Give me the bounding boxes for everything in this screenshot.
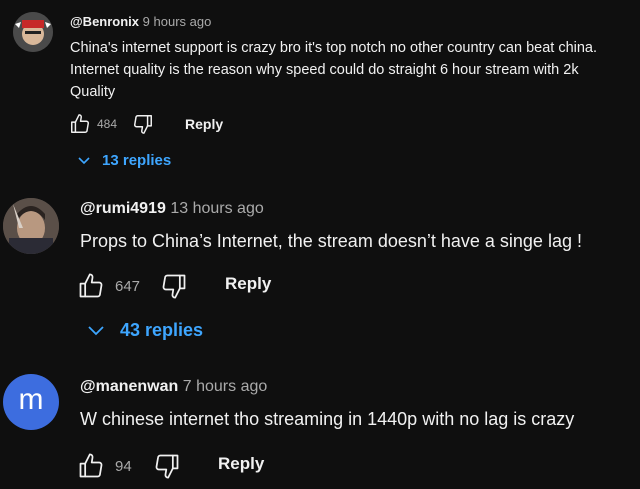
- comment-text: W chinese internet tho streaming in 1440…: [80, 409, 575, 429]
- like-count: 484: [97, 117, 118, 131]
- thumbs-down-icon: [132, 113, 154, 135]
- timestamp[interactable]: 13 hours ago: [170, 200, 263, 217]
- comment-text: China's internet support is crazy bro it…: [70, 37, 638, 103]
- comment-text-line: China's internet support is crazy bro it…: [70, 40, 598, 56]
- avatar[interactable]: [13, 12, 53, 52]
- thumbs-up-icon: [77, 272, 105, 300]
- thumbs-down-icon: [153, 452, 181, 480]
- comment-text: Props to China’s Internet, the stream do…: [80, 231, 582, 251]
- avatar-letter: m: [18, 383, 44, 416]
- like-count: 94: [115, 457, 132, 475]
- comment-text-line: Internet quality is the reason why speed…: [70, 62, 579, 78]
- replies-count-label: 43 replies: [120, 320, 204, 340]
- avatar[interactable]: m: [3, 374, 59, 430]
- chevron-down-icon: [78, 156, 90, 165]
- like-button[interactable]: 94: [77, 452, 132, 480]
- author-name[interactable]: @Benronix: [70, 14, 139, 29]
- thumbs-down-icon: [160, 272, 188, 300]
- timestamp[interactable]: 7 hours ago: [183, 378, 268, 395]
- comment-header: @manenwan 7 hours ago: [80, 378, 267, 396]
- chevron-down-icon: [88, 325, 104, 336]
- avatar[interactable]: [3, 198, 59, 254]
- comment-header: @rumi4919 13 hours ago: [80, 200, 264, 218]
- thumbs-up-icon: [69, 113, 91, 135]
- view-replies-button[interactable]: 13 replies: [78, 152, 171, 169]
- like-button[interactable]: 647: [77, 272, 140, 300]
- dislike-button[interactable]: [160, 272, 188, 300]
- dislike-button[interactable]: [132, 113, 154, 135]
- dislike-button[interactable]: [153, 452, 181, 480]
- author-name[interactable]: @rumi4919: [80, 200, 166, 217]
- like-count: 647: [115, 277, 141, 295]
- reply-button[interactable]: Reply: [218, 454, 264, 474]
- thumbs-up-icon: [77, 452, 105, 480]
- author-name[interactable]: @manenwan: [80, 378, 178, 395]
- reply-button[interactable]: Reply: [185, 116, 223, 132]
- timestamp[interactable]: 9 hours ago: [143, 14, 212, 29]
- reply-button[interactable]: Reply: [225, 274, 271, 294]
- replies-count-label: 13 replies: [102, 152, 172, 169]
- like-button[interactable]: 484: [69, 113, 117, 135]
- view-replies-button[interactable]: 43 replies: [88, 320, 203, 341]
- comment-text-line: Quality: [70, 84, 116, 100]
- comment-header: @Benronix 9 hours ago: [70, 14, 211, 29]
